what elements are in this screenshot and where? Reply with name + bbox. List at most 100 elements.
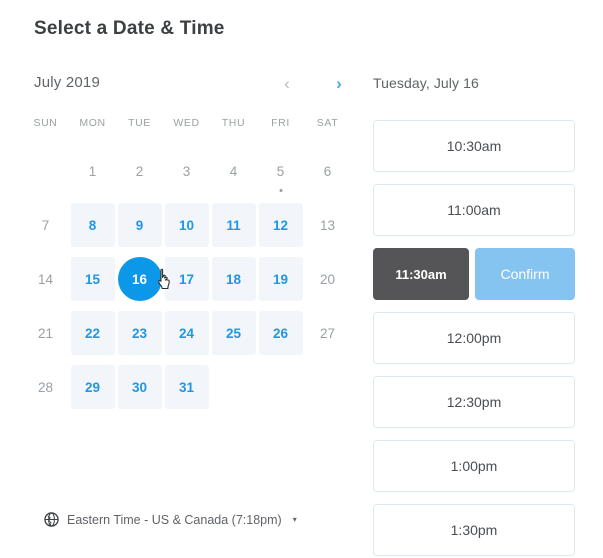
calendar-day-label: 10 xyxy=(164,203,209,247)
calendar-day-label: 7 xyxy=(41,217,50,233)
time-slot-1:30pm[interactable]: 1:30pm xyxy=(373,504,575,556)
calendar-day-25[interactable]: 25 xyxy=(210,306,257,360)
calendar-day-label xyxy=(259,365,303,409)
calendar-day-label: 20 xyxy=(319,271,336,287)
calendar-day-6: 6 xyxy=(304,144,351,198)
calendar-day-label: 16 xyxy=(117,257,162,301)
weekday-label-mon: MON xyxy=(79,117,106,129)
weekday-label-wed: WED xyxy=(173,117,200,129)
date-time-picker: Select a Date & Time July 2019 ‹ › SUN M… xyxy=(0,0,603,558)
calendar-day-empty xyxy=(304,360,351,414)
calendar-day-9[interactable]: 9 xyxy=(116,198,163,252)
calendar-day-label: 12 xyxy=(258,203,303,247)
calendar-day-23[interactable]: 23 xyxy=(116,306,163,360)
calendar-day-label: 6 xyxy=(323,163,332,179)
calendar-day-5: 5 xyxy=(257,144,304,198)
confirm-button[interactable]: Confirm xyxy=(475,248,575,300)
calendar-day-label: 3 xyxy=(182,163,191,179)
weekday-label-sun: SUN xyxy=(33,117,58,129)
calendar-day-20: 20 xyxy=(304,252,351,306)
calendar-day-label: 15 xyxy=(70,257,115,301)
calendar-week-row: 28 29 30 31 xyxy=(22,360,352,414)
calendar-day-label: 17 xyxy=(164,257,209,301)
calendar-day-label xyxy=(306,365,350,409)
time-slot-row: 1:30pm xyxy=(360,504,603,558)
calendar-week-row: 1 2 3 4 5 6 xyxy=(22,144,352,198)
page-title: Select a Date & Time xyxy=(34,18,225,39)
calendar-day-7: 7 xyxy=(22,198,69,252)
calendar-day-label: 5 xyxy=(276,163,285,179)
calendar-day-label xyxy=(212,365,256,409)
time-slot-row: 10:30am xyxy=(360,120,603,184)
weekday-header-row: SUN MON TUE WED THU FRI SAT xyxy=(22,117,352,129)
calendar-day-4: 4 xyxy=(210,144,257,198)
calendar-week-row: 21 22 23 24 25 26 27 xyxy=(22,306,352,360)
calendar-day-13: 13 xyxy=(304,198,351,252)
time-slot-row: 12:30pm xyxy=(360,376,603,440)
time-slot-10:30am[interactable]: 10:30am xyxy=(373,120,575,172)
calendar-day-18[interactable]: 18 xyxy=(210,252,257,306)
calendar-day-label: 18 xyxy=(211,257,256,301)
time-slot-row: 1:00pm xyxy=(360,440,603,504)
calendar-day-label: 9 xyxy=(117,203,162,247)
calendar-day-label: 29 xyxy=(70,365,115,409)
weekday-label-thu: THU xyxy=(221,117,246,129)
calendar-day-15[interactable]: 15 xyxy=(69,252,116,306)
calendar-day-22[interactable]: 22 xyxy=(69,306,116,360)
calendar-day-29[interactable]: 29 xyxy=(69,360,116,414)
time-slots-pane: Tuesday, July 16 10:30am 11:00am 11:30am Co… xyxy=(360,62,603,558)
calendar-day-8[interactable]: 8 xyxy=(69,198,116,252)
chevron-right-icon[interactable]: › xyxy=(326,70,352,96)
calendar-day-label: 11 xyxy=(211,203,256,247)
calendar-day-27: 27 xyxy=(304,306,351,360)
calendar-day-dot xyxy=(279,189,282,192)
calendar-day-label: 21 xyxy=(37,325,54,341)
calendar-day-label: 23 xyxy=(117,311,162,355)
calendar-day-31[interactable]: 31 xyxy=(163,360,210,414)
selected-date-label: Tuesday, July 16 xyxy=(373,75,479,91)
calendar-day-label: 25 xyxy=(211,311,256,355)
calendar-header: July 2019 ‹ › xyxy=(34,72,346,98)
calendar-day-3: 3 xyxy=(163,144,210,198)
calendar-grid: 1 2 3 4 5 6 7 8 9 10 11 12 13 14 15 16 17 18 19 20 21 22 23 24 2… xyxy=(22,144,352,414)
calendar-day-label: 24 xyxy=(164,311,209,355)
time-slot-row: 11:30am Confirm xyxy=(360,248,603,312)
chevron-left-icon[interactable]: ‹ xyxy=(274,70,300,96)
calendar-day-2: 2 xyxy=(116,144,163,198)
time-slot-12:00pm[interactable]: 12:00pm xyxy=(373,312,575,364)
calendar-day-label: 8 xyxy=(70,203,115,247)
calendar-day-label: 22 xyxy=(70,311,115,355)
calendar-day-26[interactable]: 26 xyxy=(257,306,304,360)
calendar-day-empty xyxy=(210,360,257,414)
calendar-day-1: 1 xyxy=(69,144,116,198)
calendar-day-30[interactable]: 30 xyxy=(116,360,163,414)
calendar-day-11[interactable]: 11 xyxy=(210,198,257,252)
timezone-selector[interactable]: Eastern Time - US & Canada (7:18pm) ▾ xyxy=(44,512,297,527)
calendar-day-24[interactable]: 24 xyxy=(163,306,210,360)
calendar-day-12[interactable]: 12 xyxy=(257,198,304,252)
time-slot-1:00pm[interactable]: 1:00pm xyxy=(373,440,575,492)
calendar-day-empty xyxy=(257,360,304,414)
time-slot-11:30am[interactable]: 11:30am xyxy=(373,248,469,300)
time-slot-row: 11:00am xyxy=(360,184,603,248)
calendar-day-label: 13 xyxy=(319,217,336,233)
calendar-pane: July 2019 ‹ › SUN MON TUE WED THU FRI SA… xyxy=(0,62,360,558)
calendar-day-label: 14 xyxy=(37,271,54,287)
weekday-label-fri: FRI xyxy=(271,117,290,129)
time-slot-12:30pm[interactable]: 12:30pm xyxy=(373,376,575,428)
calendar-day-19[interactable]: 19 xyxy=(257,252,304,306)
calendar-day-10[interactable]: 10 xyxy=(163,198,210,252)
timezone-label: Eastern Time - US & Canada (7:18pm) xyxy=(67,512,282,527)
calendar-day-28: 28 xyxy=(22,360,69,414)
calendar-day-label: 1 xyxy=(88,163,97,179)
time-slot-11:00am[interactable]: 11:00am xyxy=(373,184,575,236)
calendar-day-empty xyxy=(22,144,69,198)
calendar-day-label: 26 xyxy=(258,311,303,355)
calendar-day-label: 31 xyxy=(164,365,209,409)
calendar-week-row: 7 8 9 10 11 12 13 xyxy=(22,198,352,252)
globe-icon xyxy=(44,512,59,527)
calendar-day-21: 21 xyxy=(22,306,69,360)
calendar-day-16[interactable]: 16 xyxy=(116,252,163,306)
calendar-day-17[interactable]: 17 xyxy=(163,252,210,306)
calendar-day-label: 27 xyxy=(319,325,336,341)
